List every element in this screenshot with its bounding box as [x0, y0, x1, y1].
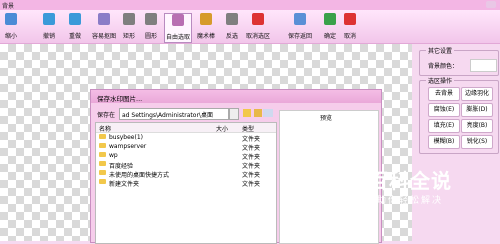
toolbar-label: 矩形 [122, 33, 135, 40]
save-return-icon [294, 13, 306, 25]
rectangle-select-icon [123, 13, 135, 25]
save-in-label: 保存在 [97, 112, 116, 119]
up-folder-icon[interactable] [243, 109, 251, 117]
toolbar-label: 撤销 [42, 33, 55, 40]
toolbar-confirm-button[interactable]: 确定 [322, 13, 338, 41]
toolbar-easy-cutout-button[interactable]: 容易抠图 [90, 13, 118, 41]
col-size[interactable]: 大小 [216, 124, 228, 133]
toolbar-magic-wand-button[interactable]: 魔术棒 [195, 13, 217, 41]
sel-op-button[interactable]: 腐蚀(E) [428, 103, 460, 117]
dialog-title: 保存水印图片... [97, 95, 143, 103]
sel-op-button[interactable]: 亮度(B) [461, 119, 493, 133]
title-bar: 背景 [0, 0, 500, 10]
toolbar-invert-select-button[interactable]: 反选 [223, 13, 241, 41]
circle-select-icon [145, 13, 157, 25]
file-row[interactable]: 百度经验 文件夹 [96, 160, 276, 170]
file-name: 新建文件夹 [109, 181, 140, 188]
path-dropdown[interactable]: ad Settings\Administrator\桌面 [119, 108, 229, 120]
zoom-out-icon [5, 13, 17, 25]
magic-wand-icon [200, 13, 212, 25]
toolbar-lasso-button[interactable]: 自由选取 [164, 13, 192, 43]
toolbar-cancel-button[interactable]: 取消 [342, 13, 358, 41]
file-name: busybee(1) [109, 134, 143, 141]
file-list-header: 名称 大小 类型 [96, 123, 276, 133]
selection-ops-title: 选区操作 [426, 76, 455, 85]
watermark-subtext: 助你轻松解决 [377, 196, 444, 206]
file-row[interactable]: busybee(1) 文件夹 [96, 133, 276, 143]
toolbar-label: 保存返回 [287, 33, 312, 40]
dialog-title-bar: 保存水印图片... [91, 90, 381, 103]
toolbar-rectangle-select-button[interactable]: 矩形 [120, 13, 138, 41]
toolbar-label: 自由选取 [165, 34, 190, 41]
redo-icon [69, 13, 81, 25]
preview-label: 预览 [320, 115, 333, 122]
toolbar-label: 重做 [68, 33, 81, 40]
toolbar-redo-button[interactable]: 重做 [66, 13, 84, 41]
path-value: ad Settings\Administrator\桌面 [122, 112, 213, 119]
bg-color-swatch[interactable] [470, 59, 497, 72]
sel-op-button[interactable]: 填充(E) [428, 119, 460, 133]
folder-icon [99, 179, 106, 184]
other-settings-title: 其它设置 [426, 46, 455, 55]
toolbar-save-return-button[interactable]: 保存返回 [287, 13, 313, 41]
file-row[interactable]: wampserver 文件夹 [96, 142, 276, 152]
toolbar-label: 缩小 [4, 33, 17, 40]
toolbar-undo-button[interactable]: 撤销 [40, 13, 58, 41]
toolbar-label: 反选 [225, 33, 238, 40]
file-row[interactable]: 未使用的桌面快捷方式 文件夹 [96, 169, 276, 179]
folder-icon [99, 152, 106, 157]
other-settings-group: 其它设置 背景颜色： [419, 46, 499, 76]
sel-op-button[interactable]: 膨胀(D) [461, 103, 493, 117]
lasso-icon [172, 14, 184, 26]
sel-op-button[interactable]: 锐化(S) [461, 135, 493, 149]
folder-icon [99, 161, 106, 166]
dropdown-arrow-icon[interactable] [229, 108, 239, 120]
confirm-icon [324, 13, 336, 25]
right-panel: 其它设置 背景颜色： 选区操作 去背景 边缘羽化 腐蚀(E) 膨胀(D) 填充(E) 亮度… [413, 44, 500, 241]
toolbar-circle-select-button[interactable]: 圆形 [142, 13, 160, 41]
file-row[interactable]: 新建文件夹 文件夹 [96, 178, 276, 188]
toolbar-clear-selection-button[interactable]: 取消选区 [246, 13, 270, 41]
toolbar-label: 容易抠图 [91, 33, 116, 40]
toolbar: 缩小 撤销 重做 容易抠图 矩形 圆形 自由选取 魔术棒 反选 取消选区 保存返回 确定 取消 [0, 10, 500, 44]
file-list: 名称 大小 类型 busybee(1) 文件夹 wampserver 文件夹 wp 文件夹… [95, 122, 277, 244]
col-name[interactable]: 名称 [99, 124, 111, 133]
sel-op-button[interactable]: 边缘羽化 [461, 87, 493, 101]
undo-icon [43, 13, 55, 25]
col-type[interactable]: 类型 [242, 124, 254, 133]
folder-icon [99, 134, 106, 139]
invert-select-icon [226, 13, 238, 25]
selection-ops-group: 选区操作 去背景 边缘羽化 腐蚀(E) 膨胀(D) 填充(E) 亮度(B) 模糊(B) 锐化(… [419, 76, 499, 154]
window-control-icon[interactable] [486, 1, 496, 8]
toolbar-label: 取消 [343, 33, 356, 40]
file-name: wp [109, 152, 118, 159]
file-type: 文件夹 [242, 181, 261, 188]
toolbar-zoom-out-button[interactable]: 缩小 [4, 13, 18, 41]
folder-icon [99, 170, 106, 175]
toolbar-label: 确定 [323, 33, 336, 40]
easy-cutout-icon [98, 13, 110, 25]
toolbar-label: 取消选区 [246, 33, 271, 40]
file-name: wampserver [109, 143, 147, 150]
sel-op-button[interactable]: 模糊(B) [428, 135, 460, 149]
folder-icon [99, 143, 106, 148]
clear-selection-icon [252, 13, 264, 25]
toolbar-label: 魔术棒 [196, 33, 215, 40]
sel-op-button[interactable]: 去背景 [428, 87, 460, 101]
view-menu-icon[interactable] [263, 109, 273, 117]
toolbar-label: 圆形 [144, 33, 157, 40]
new-folder-icon[interactable] [254, 109, 262, 117]
bg-color-label: 背景颜色： [428, 63, 459, 70]
save-dialog: 保存水印图片... 保存在 ad Settings\Administrator\… [90, 89, 382, 244]
file-row[interactable]: wp 文件夹 [96, 151, 276, 161]
cancel-icon [344, 13, 356, 25]
watermark-text: 百科全说 [368, 169, 452, 193]
window-title: 背景 [2, 3, 15, 10]
